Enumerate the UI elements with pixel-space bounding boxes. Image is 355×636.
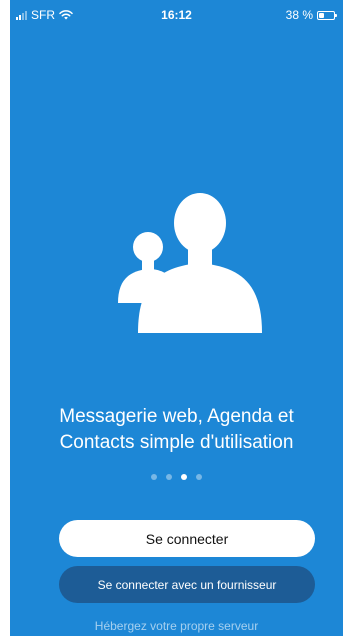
status-right: 38 % xyxy=(285,8,337,22)
app-screen: SFR 16:12 38 % Messagerie web, Agenda et… xyxy=(10,0,343,636)
battery-icon xyxy=(317,10,337,20)
contacts-people-icon xyxy=(118,193,262,333)
page-indicator[interactable] xyxy=(10,474,343,480)
tagline-line-2: Contacts simple d'utilisation xyxy=(59,432,294,453)
status-bar: SFR 16:12 38 % xyxy=(10,0,343,30)
page-dot[interactable] xyxy=(181,474,187,480)
battery-percentage: 38 % xyxy=(285,8,313,22)
host-own-server-link[interactable]: Hébergez votre propre serveur xyxy=(10,619,343,633)
login-button[interactable]: Se connecter xyxy=(59,520,315,557)
provider-login-button[interactable]: Se connecter avec un fournisseur xyxy=(59,566,315,603)
page-dot[interactable] xyxy=(166,474,172,480)
tagline-line-1: Messagerie web, Agenda et xyxy=(59,406,294,427)
page-dot[interactable] xyxy=(151,474,157,480)
page-dot[interactable] xyxy=(196,474,202,480)
onboarding-tagline: Messagerie web, Agenda et Contacts simpl… xyxy=(10,404,343,456)
